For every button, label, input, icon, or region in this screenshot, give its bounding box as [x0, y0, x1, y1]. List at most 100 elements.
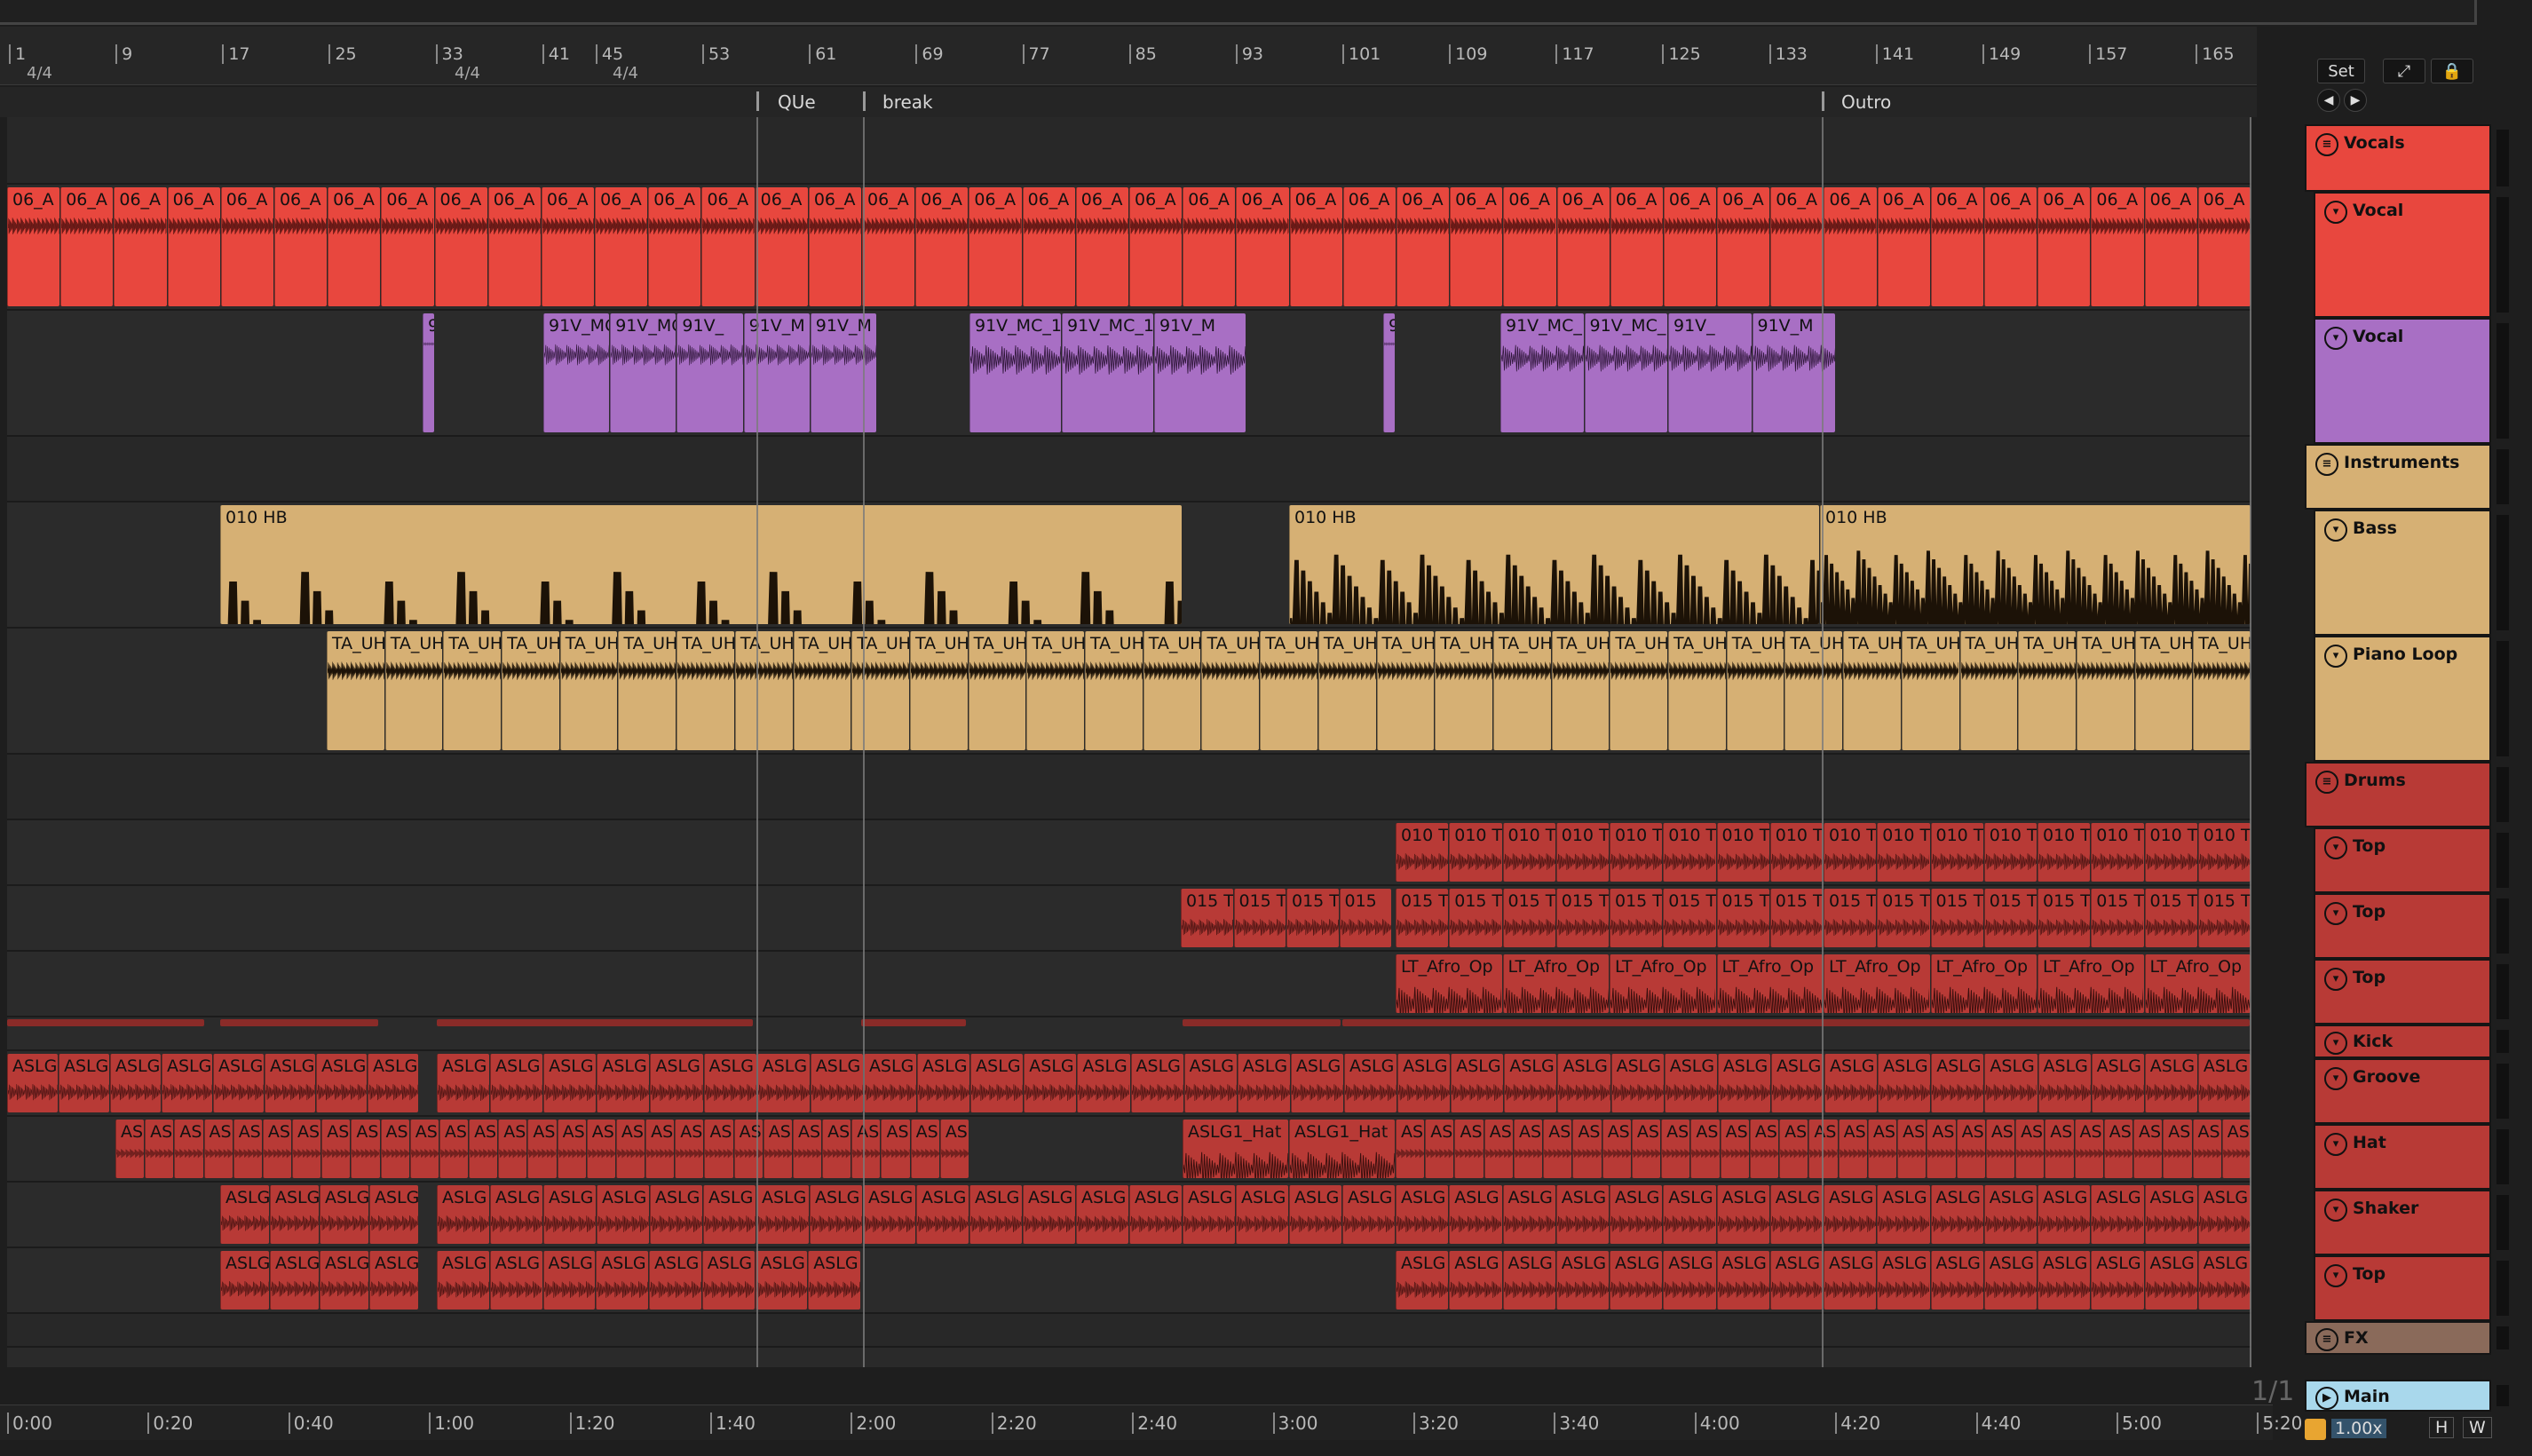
clip[interactable]: 06_A	[1396, 187, 1450, 306]
track-lane[interactable]: ASLG ASLG ASLG ASLG ASLG ASLG ASLG ASLG ASLG ASLG…	[7, 1051, 2251, 1117]
clip[interactable]: 06_A	[1289, 187, 1342, 306]
clip[interactable]: ASLG	[2037, 1185, 2091, 1244]
chevron-down-icon[interactable]: ▾	[2324, 518, 2347, 542]
clip[interactable]: TA_UH_MU	[559, 631, 618, 750]
time-ruler[interactable]: 0:00 0:20 0:40 1:00 1:20 1:40 2:00 2:20 2:40 3:00…	[0, 1405, 2302, 1440]
clip[interactable]: 06_A	[60, 187, 114, 306]
clip[interactable]: AS	[1572, 1120, 1602, 1178]
locator-outro[interactable]: Outro	[1838, 87, 1891, 117]
clip[interactable]: ASLG	[756, 1054, 810, 1112]
clip[interactable]: 9	[1383, 313, 1395, 432]
clip[interactable]: AS	[2015, 1120, 2045, 1178]
clip[interactable]: 06_A	[595, 187, 648, 306]
clip[interactable]: AS	[1513, 1120, 1543, 1178]
track-lane[interactable]: 9 91V_MC_1 91V_MC_11 91V_ 91V_M 91V_M 91V_MC_1…	[7, 311, 2251, 437]
clip[interactable]: AS	[1956, 1120, 1985, 1178]
clip[interactable]: 06_A	[2037, 187, 2091, 306]
clip[interactable]: AS	[262, 1120, 292, 1178]
clip[interactable]: ASLG	[369, 1251, 418, 1310]
clip[interactable]: ASLG	[1983, 1251, 2037, 1310]
clip[interactable]: ASLG	[1930, 1185, 1983, 1244]
clip[interactable]: ASLG	[1983, 1185, 2037, 1244]
clip[interactable]: AS	[822, 1120, 851, 1178]
track-header-top[interactable]: ▾ Top	[2314, 959, 2491, 1025]
clip[interactable]: AS	[1897, 1120, 1927, 1178]
locator-lane[interactable]: QUe break Outro	[0, 87, 2257, 117]
clip[interactable]: 06_A	[1984, 187, 2037, 306]
clip[interactable]: ASLG	[1770, 1054, 1824, 1112]
chevron-down-icon[interactable]: ▾	[2324, 1264, 2347, 1287]
clip[interactable]: ASLG	[437, 1054, 490, 1112]
clip[interactable]: ASLG	[701, 1251, 755, 1310]
clip[interactable]: LT_Afro_Op	[1396, 954, 1502, 1013]
clip[interactable]: AS	[174, 1120, 203, 1178]
clip[interactable]: AS	[439, 1120, 469, 1178]
clip[interactable]: ASLG	[596, 1251, 648, 1310]
track-lane[interactable]: AS AS AS AS AS AS AS AS AS AS AS AS AS AS AS AS AS AS AS AS…	[7, 1117, 2251, 1183]
clip[interactable]: ASLG	[1877, 1185, 1930, 1244]
clip[interactable]: ASLG	[1664, 1054, 1717, 1112]
clip[interactable]: 91V_MC_1	[1500, 313, 1584, 432]
clip[interactable]: ASLG	[2037, 1251, 2091, 1310]
clip[interactable]: ASLG	[2091, 1251, 2144, 1310]
clip[interactable]: ASLG	[110, 1054, 161, 1112]
clip[interactable]: 015 T	[2197, 889, 2251, 947]
clip[interactable]: AS	[1602, 1120, 1631, 1178]
chevron-down-icon[interactable]: ▾	[2324, 1067, 2347, 1090]
clip[interactable]: 06_A	[862, 187, 915, 306]
clip[interactable]: 91V_M	[810, 313, 876, 432]
time-signature[interactable]: 4/4	[455, 64, 480, 83]
clip[interactable]: 9	[423, 313, 434, 432]
clip[interactable]: 06_A	[487, 187, 541, 306]
group-fold-icon[interactable]: ≡	[2315, 133, 2338, 156]
kick-clip[interactable]	[7, 1019, 204, 1026]
clip[interactable]: 06_A	[1770, 187, 1824, 306]
clip[interactable]: AS	[1720, 1120, 1749, 1178]
clip[interactable]: ASLG	[863, 1054, 917, 1112]
track-header-fx[interactable]: ≡ FX	[2305, 1321, 2491, 1355]
clip[interactable]: TA_UH_MU	[502, 631, 559, 750]
chevron-down-icon[interactable]: ▾	[2324, 1032, 2347, 1055]
clip[interactable]: LT_Afro_Op	[2037, 954, 2144, 1013]
clip[interactable]: ASLG	[490, 1185, 542, 1244]
chevron-down-icon[interactable]: ▾	[2324, 836, 2347, 859]
clip[interactable]: ASLG	[1555, 1251, 1609, 1310]
clip[interactable]: ASLG	[1610, 1251, 1663, 1310]
clip[interactable]: 91V_MC_11	[610, 313, 677, 432]
clip[interactable]: 010 T	[1502, 823, 1555, 882]
clip[interactable]: ASLG	[1502, 1251, 1555, 1310]
chevron-down-icon[interactable]: ▾	[2324, 1199, 2347, 1222]
clip[interactable]: 015 T	[1233, 889, 1286, 947]
clip[interactable]: ASLG	[2144, 1054, 2197, 1112]
clip[interactable]: ASLG	[1557, 1054, 1610, 1112]
chevron-down-icon[interactable]: ▾	[2324, 1133, 2347, 1156]
clip[interactable]: 010 T	[1610, 823, 1663, 882]
clip[interactable]: 06_A	[648, 187, 701, 306]
clip[interactable]: 010 T	[1396, 823, 1449, 882]
clip[interactable]: ASLG	[1502, 1185, 1555, 1244]
clip[interactable]: TA_UH_MU	[968, 631, 1026, 750]
clip[interactable]: LT_Afro_Op	[1930, 954, 2037, 1013]
clip[interactable]: 010 T	[1983, 823, 2037, 882]
clip[interactable]: ASLG	[1716, 1251, 1769, 1310]
clip[interactable]: ASLG	[1824, 1054, 1878, 1112]
clip[interactable]: AS	[1661, 1120, 1690, 1178]
track-header-vocal[interactable]: ▾ Vocal	[2314, 318, 2491, 444]
clip[interactable]: 91V_	[1668, 313, 1752, 432]
clip[interactable]: 06_A	[969, 187, 1022, 306]
locator-marker-icon[interactable]	[1822, 91, 1839, 111]
clip[interactable]: 06_A	[1930, 187, 1984, 306]
clip[interactable]: 06_A	[915, 187, 969, 306]
clip[interactable]: 010 T	[1824, 823, 1877, 882]
clip[interactable]: ASLG	[437, 1185, 489, 1244]
clip[interactable]: ASLG	[1342, 1185, 1395, 1244]
clip[interactable]: ASLG	[1396, 1185, 1449, 1244]
clip[interactable]: ASLG	[1289, 1185, 1341, 1244]
clip[interactable]: AS	[2074, 1120, 2103, 1178]
clip[interactable]: 015 T	[1610, 889, 1663, 947]
clip[interactable]: ASLG	[597, 1185, 649, 1244]
track-lane[interactable]: LT_Afro_Op LT_Afro_Op LT_Afro_Op LT_Afro_Op…	[7, 952, 2251, 1017]
clip[interactable]: 015 T	[1769, 889, 1823, 947]
clip[interactable]: ASLG	[1236, 1185, 1288, 1244]
clip[interactable]: 015 T	[1877, 889, 1930, 947]
